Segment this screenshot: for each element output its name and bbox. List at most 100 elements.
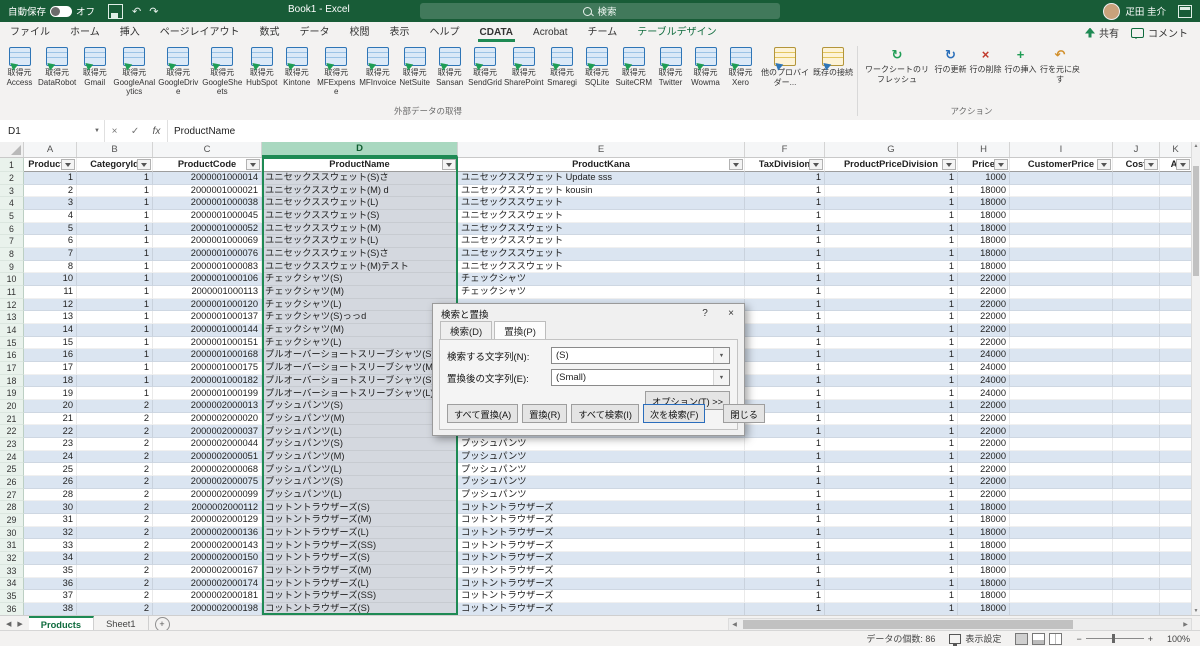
- cell[interactable]: [1160, 235, 1192, 248]
- cell[interactable]: [1010, 362, 1113, 375]
- cell[interactable]: 2: [77, 590, 153, 603]
- cell[interactable]: 24000: [958, 375, 1010, 388]
- cell[interactable]: 22000: [958, 451, 1010, 464]
- filter-button[interactable]: [1097, 159, 1111, 170]
- cell[interactable]: 26: [24, 476, 77, 489]
- cell[interactable]: [1010, 261, 1113, 274]
- cell[interactable]: 1: [745, 362, 825, 375]
- cell[interactable]: 1: [825, 261, 958, 274]
- cell[interactable]: ユニセックススウェット(S)さ: [262, 172, 458, 185]
- cell[interactable]: 19: [24, 387, 77, 400]
- row-header-27[interactable]: 27: [0, 489, 24, 502]
- cell[interactable]: 18000: [958, 565, 1010, 578]
- cell[interactable]: 1: [825, 400, 958, 413]
- row-header-24[interactable]: 24: [0, 451, 24, 464]
- cell[interactable]: 23: [24, 438, 77, 451]
- cell[interactable]: 1: [77, 261, 153, 274]
- row-header-4[interactable]: 4: [0, 197, 24, 210]
- row-header-2[interactable]: 2: [0, 172, 24, 185]
- get-from-sendgrid-button[interactable]: 取得元SendGrid: [467, 44, 503, 87]
- normal-view-button[interactable]: [1015, 633, 1028, 645]
- cell[interactable]: 2000002000143: [153, 539, 262, 552]
- zoom-slider[interactable]: [1086, 638, 1144, 639]
- cell[interactable]: 1: [745, 349, 825, 362]
- cell[interactable]: [1010, 565, 1113, 578]
- cell[interactable]: [1010, 603, 1113, 615]
- cell[interactable]: [1113, 311, 1160, 324]
- search-box[interactable]: 検索: [420, 3, 780, 19]
- column-CategoryId-header-cell[interactable]: CategoryId: [77, 158, 153, 172]
- display-settings-button[interactable]: 表示設定: [949, 632, 1001, 645]
- column-header-H[interactable]: H: [958, 142, 1010, 157]
- cell[interactable]: コットントラウザーズ(SS): [262, 590, 458, 603]
- cell[interactable]: [1113, 603, 1160, 615]
- cell[interactable]: 2000001000120: [153, 299, 262, 312]
- cell[interactable]: [1113, 527, 1160, 540]
- cell[interactable]: 1: [745, 565, 825, 578]
- get-from-datarobot-button[interactable]: 取得元DataRobot: [37, 44, 77, 87]
- insert-function-icon[interactable]: fx: [153, 126, 161, 137]
- cell[interactable]: 1: [77, 235, 153, 248]
- row-header-9[interactable]: 9: [0, 261, 24, 274]
- column-header-A[interactable]: A: [24, 142, 77, 157]
- cell[interactable]: 1: [825, 375, 958, 388]
- cell[interactable]: 1: [825, 501, 958, 514]
- get-from-hubspot-button[interactable]: 取得元HubSpot: [244, 44, 279, 87]
- cell[interactable]: 16: [24, 349, 77, 362]
- filter-button[interactable]: [942, 159, 956, 170]
- autosave-toggle[interactable]: [50, 6, 72, 17]
- cell[interactable]: [1113, 324, 1160, 337]
- cell[interactable]: [1160, 337, 1192, 350]
- column-header-E[interactable]: E: [458, 142, 745, 157]
- cell[interactable]: 2000002000075: [153, 476, 262, 489]
- cell[interactable]: [1160, 324, 1192, 337]
- cell[interactable]: 21: [24, 413, 77, 426]
- dialog-help-icon[interactable]: ?: [692, 305, 718, 322]
- cell[interactable]: 1: [77, 286, 153, 299]
- cell[interactable]: [1160, 172, 1192, 185]
- revert-row-button[interactable]: ↶行を元に戻す: [1038, 44, 1082, 84]
- cell[interactable]: プルオーバーショートスリーブシャツ(S): [262, 349, 458, 362]
- cell[interactable]: コットントラウザーズ: [458, 501, 745, 514]
- cell[interactable]: 1: [24, 172, 77, 185]
- name-box[interactable]: D1 ▼: [0, 120, 105, 142]
- cell[interactable]: コットントラウザーズ(M): [262, 514, 458, 527]
- cell[interactable]: 1: [77, 248, 153, 261]
- cell[interactable]: プッシュパンツ: [458, 451, 745, 464]
- cell[interactable]: 2: [24, 185, 77, 198]
- cell[interactable]: 1: [745, 375, 825, 388]
- cell[interactable]: [1160, 400, 1192, 413]
- cell[interactable]: 2000002000112: [153, 501, 262, 514]
- cell[interactable]: 11: [24, 286, 77, 299]
- cell[interactable]: 1: [825, 438, 958, 451]
- cell[interactable]: 1: [825, 185, 958, 198]
- cell[interactable]: 1: [745, 235, 825, 248]
- cell[interactable]: [1160, 603, 1192, 615]
- cell[interactable]: ユニセックススウェット kousin: [458, 185, 745, 198]
- column-ProductName-header-cell[interactable]: ProductName: [262, 158, 458, 172]
- cell[interactable]: プッシュパンツ: [458, 476, 745, 489]
- cell[interactable]: 1: [825, 223, 958, 236]
- cell[interactable]: 3: [24, 197, 77, 210]
- cell[interactable]: 1: [825, 552, 958, 565]
- comments-button[interactable]: コメント: [1131, 25, 1188, 40]
- cell[interactable]: 2: [77, 400, 153, 413]
- cell[interactable]: [1160, 578, 1192, 591]
- cell[interactable]: [1160, 311, 1192, 324]
- cell[interactable]: [1010, 400, 1113, 413]
- cell[interactable]: [1010, 235, 1113, 248]
- cell[interactable]: 8: [24, 261, 77, 274]
- cell[interactable]: 22000: [958, 311, 1010, 324]
- insert-row-button[interactable]: +行の挿入: [1003, 44, 1038, 75]
- cell[interactable]: ユニセックススウェット(L): [262, 197, 458, 210]
- ribbon-display-options-icon[interactable]: [1178, 5, 1192, 18]
- cell[interactable]: プルオーバーショートスリーブシャツ(M): [262, 362, 458, 375]
- cell[interactable]: 2: [77, 603, 153, 615]
- cell[interactable]: 1: [745, 273, 825, 286]
- cell[interactable]: コットントラウザーズ: [458, 565, 745, 578]
- cell[interactable]: 22000: [958, 489, 1010, 502]
- cell[interactable]: 18000: [958, 501, 1010, 514]
- cell[interactable]: コットントラウザーズ: [458, 552, 745, 565]
- cell[interactable]: [1113, 578, 1160, 591]
- cell[interactable]: 22000: [958, 425, 1010, 438]
